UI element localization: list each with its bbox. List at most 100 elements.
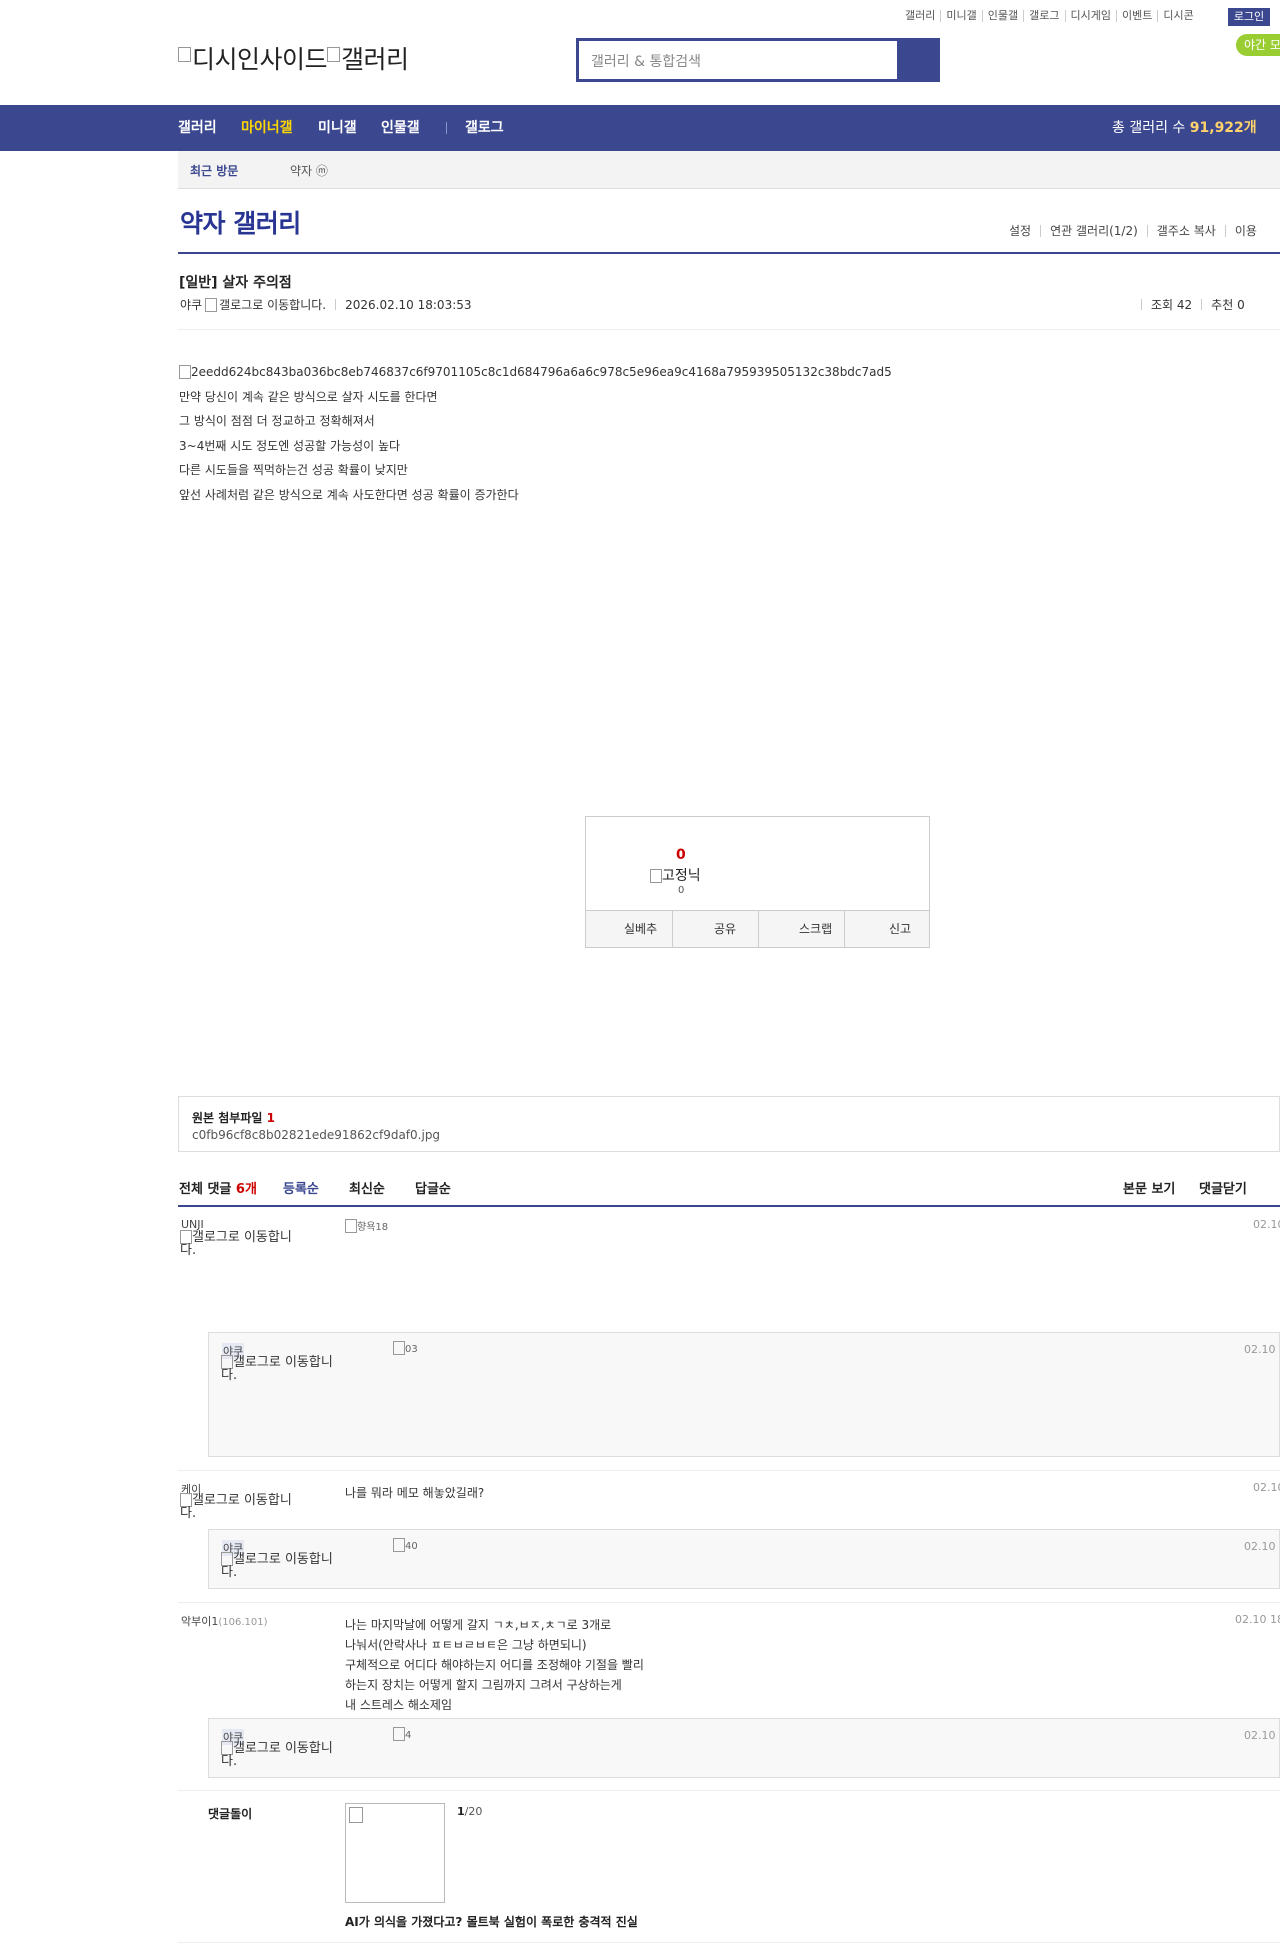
top-link-dccon[interactable]: 디시콘 bbox=[1157, 10, 1198, 22]
site-logo[interactable]: 디시인사이드 갤러리 bbox=[178, 40, 409, 76]
comment-line: 구체적으로 어디다 해야하는지 어디를 조정해야 기절을 빨리 bbox=[345, 1658, 644, 1672]
search-bar: 갤러리 & 통합검색 bbox=[576, 38, 940, 82]
comment-header: 전체 댓글 6개 등록순 최신순 답글순 본문 보기 댓글닫기 bbox=[178, 1178, 1280, 1208]
gallog-icon bbox=[221, 1741, 233, 1755]
sort-latest[interactable]: 최신순 bbox=[349, 1178, 385, 1197]
comment-date: 02.10 18 bbox=[1235, 1613, 1280, 1626]
comment-text: 나는 마지막날에 어떻게 갈지 ㄱㅊ,ㅂㅈ,ㅊㄱ로 3개로 나눠서(안락사나 ㅍ… bbox=[345, 1615, 644, 1715]
top-link-gallog[interactable]: 갤로그 bbox=[1023, 10, 1064, 22]
dccon-icon bbox=[393, 1727, 405, 1741]
dccon-alt: 4 bbox=[405, 1730, 412, 1741]
gallog-link[interactable]: 갤로그로 이동합니다. bbox=[221, 1741, 341, 1768]
gallog-icon[interactable] bbox=[205, 298, 218, 312]
related-galleries-link[interactable]: 연관 갤러리(1/2) bbox=[1040, 225, 1147, 237]
post-info: 야쿠 갤로그로 이동합니다. 2026.02.10 18:03:53 bbox=[180, 296, 472, 313]
gallery-settings-link[interactable]: 설정 bbox=[1000, 225, 1040, 237]
copy-address-link[interactable]: 갤주소 복사 bbox=[1146, 225, 1225, 237]
top-link-gallery[interactable]: 갤러리 bbox=[900, 10, 940, 22]
vote-box: 0 고정닉 0 실베추 공유 스크랩 신고 bbox=[585, 816, 930, 948]
recent-visits-bar: 최근 방문 약자 ⓜ bbox=[178, 151, 1280, 189]
reply-date: 02.10 1 bbox=[1244, 1729, 1280, 1742]
gallog-link[interactable]: 갤로그로 이동합니다. bbox=[221, 1355, 341, 1382]
fixed-nick-alt: 고정닉 bbox=[662, 868, 701, 884]
comment-line: 나는 마지막날에 어떻게 갈지 ㄱㅊ,ㅂㅈ,ㅊㄱ로 3개로 bbox=[345, 1618, 612, 1632]
nav-minor-gallery[interactable]: 마이너갤 bbox=[241, 105, 293, 151]
vote-actions: 실베추 공유 스크랩 신고 bbox=[586, 910, 929, 948]
post-header-divider bbox=[178, 329, 1280, 330]
attachment-label: 원본 첨부파일 1 bbox=[192, 1109, 275, 1126]
reply-dccon: 03 bbox=[393, 1341, 418, 1355]
view-post-button[interactable]: 본문 보기 bbox=[1123, 1178, 1175, 1197]
gallog-icon bbox=[221, 1355, 233, 1369]
gallog-alt: 갤로그로 이동합니다. bbox=[180, 1493, 292, 1521]
post-author[interactable]: 야쿠 bbox=[180, 298, 202, 312]
scrap-button[interactable]: 스크랩 bbox=[758, 911, 844, 948]
comment-bot-box: 댓글돌이 1/20 AI가 의식을 가졌다고? 몰트북 실험이 폭로한 충격적 … bbox=[178, 1800, 1280, 1942]
comment-divider bbox=[178, 1790, 1280, 1791]
nav-gallog[interactable]: 갤로그 bbox=[465, 105, 504, 151]
reply-dccon: 40 bbox=[393, 1538, 418, 1552]
comment-bot-thumbnail[interactable] bbox=[345, 1803, 445, 1903]
attachment-box: 원본 첨부파일 1 c0fb96cf8c8b02821ede91862cf9da… bbox=[178, 1096, 1280, 1152]
gallog-link[interactable]: 갤로그로 이동합니다. bbox=[180, 1230, 300, 1257]
sort-registered[interactable]: 등록순 bbox=[283, 1178, 319, 1197]
comment-divider bbox=[178, 1470, 1280, 1471]
comment-bot-headline[interactable]: AI가 의식을 가졌다고? 몰트북 실험이 폭로한 충격적 진실 bbox=[345, 1913, 638, 1930]
search-button[interactable] bbox=[897, 41, 937, 79]
comment-line: 나눠서(안락사나 ㅍㅌㅂㄹㅂㅌ은 그냥 하면되니) bbox=[345, 1638, 587, 1652]
main-nav: 갤러리 마이너갤 미니갤 인물갤 갤로그 총 갤러리 수 91,922개 bbox=[0, 105, 1280, 151]
dccon-icon bbox=[393, 1341, 405, 1355]
gallog-icon bbox=[180, 1230, 192, 1244]
gallog-alt: 갤로그로 이동합니다. bbox=[221, 1552, 333, 1580]
broken-image-icon bbox=[179, 365, 191, 379]
top-link-dcgame[interactable]: 디시게임 bbox=[1064, 10, 1116, 22]
broken-image-icon bbox=[327, 47, 341, 62]
post-image-alt: 2eedd624bc843ba036bc8eb746837c6f9701105c… bbox=[191, 365, 892, 379]
nav-mini-gallery[interactable]: 미니갤 bbox=[318, 105, 357, 151]
gallog-alt: 갤로그로 이동합니다. bbox=[221, 1355, 333, 1383]
comment-line: 하는지 장치는 어떻게 할지 그림까지 그려서 구상하는게 bbox=[345, 1678, 622, 1692]
dccon-icon bbox=[393, 1538, 405, 1552]
info-divider bbox=[335, 299, 337, 310]
post-line: 그 방식이 점점 더 정교하고 정확해져서 bbox=[179, 414, 375, 428]
gallog-link[interactable]: 갤로그로 이동합니다. bbox=[221, 1552, 341, 1579]
sort-replies[interactable]: 답글순 bbox=[415, 1178, 451, 1197]
title-divider bbox=[178, 252, 1280, 254]
gallery-title[interactable]: 약자 갤러리 bbox=[180, 204, 301, 240]
comment-item: 악부이1(106.101) 나는 마지막날에 어떻게 갈지 ㄱㅊ,ㅂㅈ,ㅊㄱ로 … bbox=[178, 1613, 1280, 1718]
recent-gallery-link[interactable]: 약자 ⓜ bbox=[290, 162, 328, 179]
login-button[interactable]: 로그인 bbox=[1228, 8, 1270, 26]
post-recommend: 추천 0 bbox=[1211, 298, 1245, 312]
top-link-mini[interactable]: 미니갤 bbox=[940, 10, 981, 22]
nav-gallery[interactable]: 갤러리 bbox=[178, 105, 217, 151]
comment-ip: (106.101) bbox=[218, 1617, 268, 1628]
comment-nick[interactable]: 악부이1(106.101) bbox=[181, 1613, 268, 1629]
comment-bot-pager: 1/20 bbox=[457, 1805, 482, 1818]
search-input[interactable]: 갤러리 & 통합검색 bbox=[579, 41, 897, 79]
top-link-event[interactable]: 이벤트 bbox=[1115, 10, 1157, 22]
comment-bot-total: /20 bbox=[464, 1805, 483, 1818]
post-content: 2eedd624bc843ba036bc8eb746837c6f9701105c… bbox=[179, 360, 892, 507]
comment-date: 02.10 bbox=[1253, 1481, 1280, 1494]
nav-person-gallery[interactable]: 인물갤 bbox=[381, 105, 420, 151]
report-button[interactable]: 신고 bbox=[844, 911, 929, 948]
logo-site-alt: 디시인사이드 bbox=[192, 45, 328, 74]
gallog-link[interactable]: 갤로그로 이동합니다. bbox=[180, 1493, 300, 1520]
attachment-file-link[interactable]: c0fb96cf8c8b02821ede91862cf9daf0.jpg bbox=[192, 1128, 440, 1142]
night-mode-toggle[interactable]: 야간 모 bbox=[1236, 34, 1280, 56]
close-comments-button[interactable]: 댓글닫기 bbox=[1199, 1178, 1247, 1197]
comment-text: 나를 뭐라 메모 해놓았길래? bbox=[345, 1486, 485, 1500]
reply-item: 야쿠 갤로그로 이동합니다. 40 02.10 1 bbox=[208, 1529, 1280, 1589]
gallog-alt: 갤로그로 이동합니다. bbox=[221, 1741, 333, 1769]
real-best-button[interactable]: 실베추 bbox=[586, 911, 672, 948]
comment-total-label: 전체 댓글 bbox=[179, 1182, 232, 1197]
gallog-icon bbox=[221, 1552, 233, 1566]
post-line: 다른 시도들을 찍먹하는건 성공 확률이 낮지만 bbox=[179, 463, 408, 477]
usage-link[interactable]: 이용 bbox=[1224, 225, 1266, 237]
recent-visits-label[interactable]: 최근 방문 bbox=[190, 162, 238, 179]
top-link-person[interactable]: 인물갤 bbox=[981, 10, 1023, 22]
share-button[interactable]: 공유 bbox=[672, 911, 758, 948]
post-image[interactable]: 2eedd624bc843ba036bc8eb746837c6f9701105c… bbox=[179, 360, 892, 385]
comment-date: 02.10 bbox=[1253, 1218, 1280, 1231]
recommend-count: 0 bbox=[676, 847, 686, 863]
